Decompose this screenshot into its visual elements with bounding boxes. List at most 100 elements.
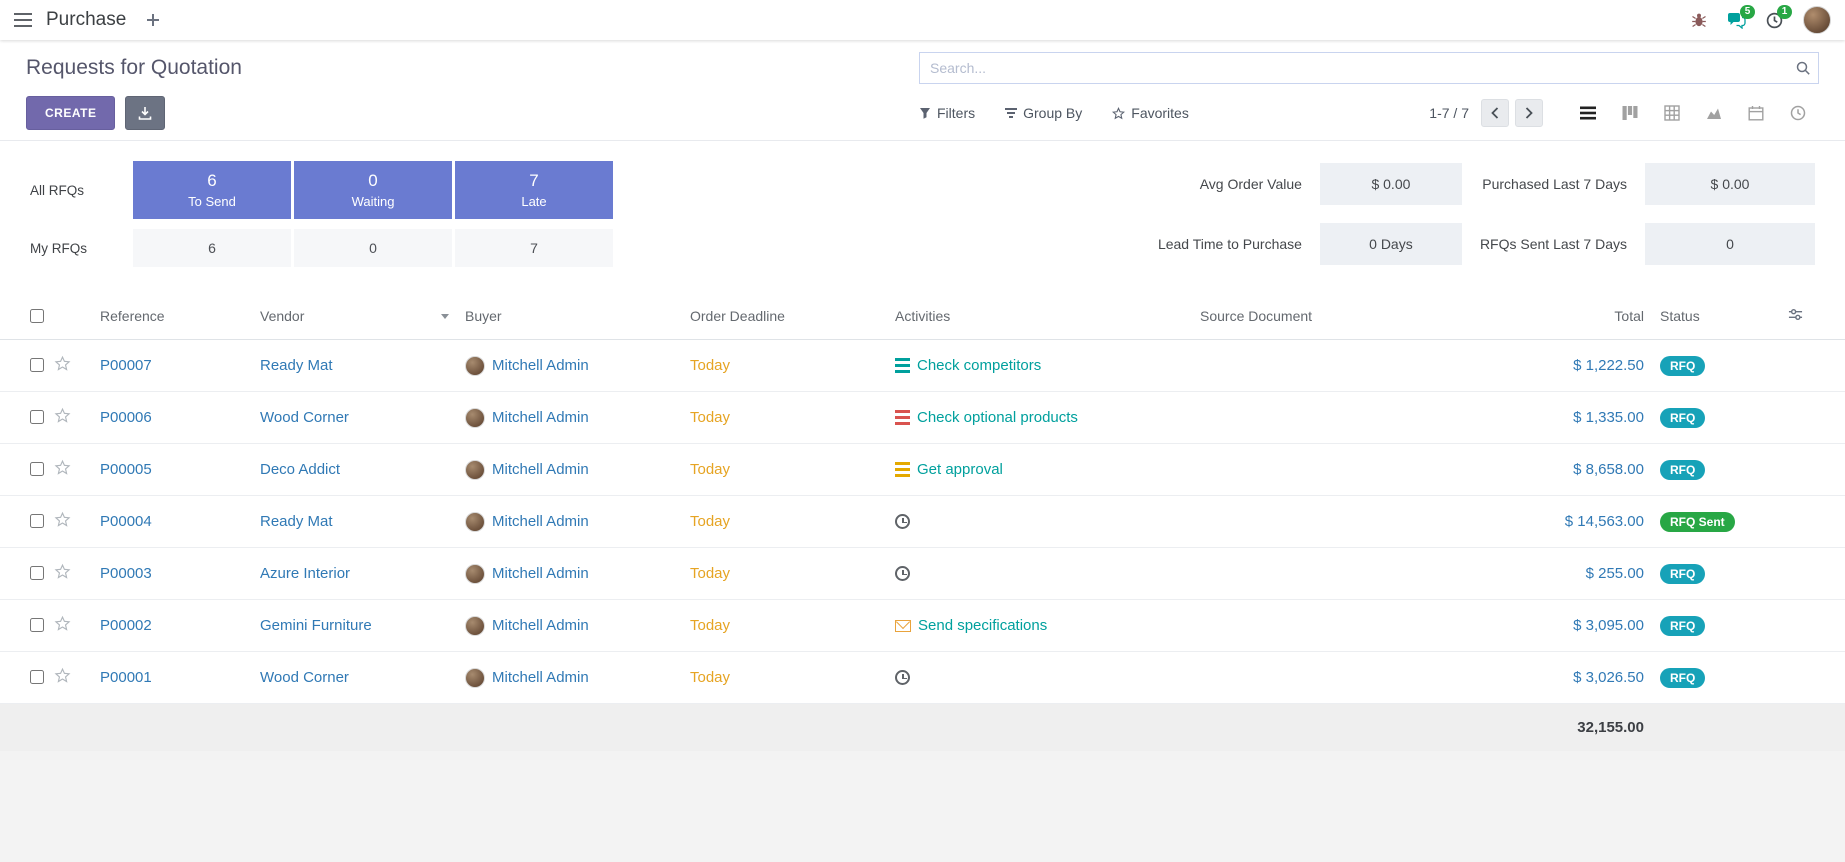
activity-clock-icon[interactable] [895,670,910,685]
kanban-view-button[interactable] [1609,97,1651,129]
chevron-left-icon [1491,107,1499,119]
my-waiting[interactable]: 0 [294,229,452,267]
table-row[interactable]: P00001 Wood Corner Mitchell Admin Today … [0,652,1845,704]
list-view-button[interactable] [1567,97,1609,129]
activity-icon[interactable] [895,462,910,477]
table-row[interactable]: P00007 Ready Mat Mitchell Admin Today Ch… [0,340,1845,392]
reference-link[interactable]: P00002 [100,617,152,634]
table-row[interactable]: P00006 Wood Corner Mitchell Admin Today … [0,392,1845,444]
row-checkbox[interactable] [30,618,44,632]
reference-link[interactable]: P00003 [100,565,152,582]
vendor-link[interactable]: Ready Mat [260,357,333,374]
search-input[interactable] [919,52,1819,84]
debug-bug-icon[interactable] [1691,12,1707,28]
row-checkbox[interactable] [30,670,44,684]
row-checkbox[interactable] [30,410,44,424]
table-row[interactable]: P00005 Deco Addict Mitchell Admin Today … [0,444,1845,496]
reference-link[interactable]: P00005 [100,461,152,478]
favorites-button[interactable]: Favorites [1112,105,1189,121]
select-all-checkbox[interactable] [30,309,44,323]
vendor-link[interactable]: Gemini Furniture [260,617,372,634]
order-deadline-value: Today [690,357,730,374]
activity-clock-icon[interactable] [895,566,910,581]
header-total[interactable]: Total [1462,291,1652,340]
table-row[interactable]: P00003 Azure Interior Mitchell Admin Tod… [0,548,1845,600]
source-document-value [1192,392,1462,444]
systray: 5 1 [1691,6,1831,34]
vendor-link[interactable]: Ready Mat [260,513,333,530]
header-order-deadline[interactable]: Order Deadline [682,291,887,340]
favorite-star-icon[interactable] [54,563,71,580]
messages-icon[interactable]: 5 [1727,12,1746,29]
reference-link[interactable]: P00004 [100,513,152,530]
row-checkbox[interactable] [30,462,44,476]
vendor-link[interactable]: Wood Corner [260,669,349,686]
filters-button[interactable]: Filters [919,105,975,121]
buyer-link[interactable]: Mitchell Admin [492,461,589,478]
header-status[interactable]: Status [1652,291,1780,340]
activity-label[interactable]: Check competitors [917,357,1041,374]
pager-previous-button[interactable] [1481,99,1509,127]
activity-icon[interactable] [895,410,910,425]
table-row[interactable]: P00004 Ready Mat Mitchell Admin Today $ … [0,496,1845,548]
header-reference[interactable]: Reference [92,291,252,340]
vendor-link[interactable]: Deco Addict [260,461,340,478]
row-checkbox[interactable] [30,566,44,580]
app-name[interactable]: Purchase [46,9,126,31]
buyer-link[interactable]: Mitchell Admin [492,565,589,582]
graph-view-button[interactable] [1693,97,1735,129]
pivot-view-button[interactable] [1651,97,1693,129]
activity-label[interactable]: Check optional products [917,409,1078,426]
row-checkbox[interactable] [30,358,44,372]
plus-icon[interactable] [146,13,160,27]
favorite-star-icon[interactable] [54,667,71,684]
pager-next-button[interactable] [1515,99,1543,127]
activity-envelope-icon[interactable] [895,620,911,632]
header-vendor[interactable]: Vendor [252,291,457,340]
search-icon[interactable] [1795,60,1811,81]
calendar-view-button[interactable] [1735,97,1777,129]
reference-link[interactable]: P00006 [100,409,152,426]
vendor-link[interactable]: Wood Corner [260,409,349,426]
favorite-star-icon[interactable] [54,459,71,476]
activity-label[interactable]: Send specifications [918,617,1047,634]
apps-menu-icon[interactable] [14,13,32,27]
kpi-late[interactable]: 7 Late [455,161,613,219]
user-avatar[interactable] [1803,6,1831,34]
group-by-button[interactable]: Group By [1005,105,1082,121]
favorite-star-icon[interactable] [54,407,71,424]
my-to-send[interactable]: 6 [133,229,291,267]
buyer-link[interactable]: Mitchell Admin [492,617,589,634]
purchase-app-page: Purchase 5 1 Requests for Quotation [0,0,1845,862]
header-activities[interactable]: Activities [887,291,1192,340]
header-buyer[interactable]: Buyer [457,291,682,340]
table-row[interactable]: P00002 Gemini Furniture Mitchell Admin T… [0,600,1845,652]
vendor-link[interactable]: Azure Interior [260,565,350,582]
download-icon [138,106,152,120]
kpi-to-send-count: 6 [207,171,216,191]
favorite-star-icon[interactable] [54,615,71,632]
activity-view-button[interactable] [1777,97,1819,129]
reference-link[interactable]: P00007 [100,357,152,374]
buyer-link[interactable]: Mitchell Admin [492,669,589,686]
activity-icon[interactable] [895,358,910,373]
optional-columns-button[interactable] [1780,291,1845,340]
buyer-link[interactable]: Mitchell Admin [492,357,589,374]
header-source-document[interactable]: Source Document [1192,291,1462,340]
buyer-link[interactable]: Mitchell Admin [492,409,589,426]
my-late[interactable]: 7 [455,229,613,267]
export-button[interactable] [125,96,165,130]
kpi-waiting[interactable]: 0 Waiting [294,161,452,219]
favorite-star-icon[interactable] [54,355,71,372]
reference-link[interactable]: P00001 [100,669,152,686]
buyer-link[interactable]: Mitchell Admin [492,513,589,530]
activity-label[interactable]: Get approval [917,461,1003,478]
kpi-late-label: Late [521,194,546,209]
row-checkbox[interactable] [30,514,44,528]
action-buttons: CREATE [26,96,919,130]
activities-clock-icon[interactable]: 1 [1766,12,1783,29]
activity-clock-icon[interactable] [895,514,910,529]
kpi-to-send[interactable]: 6 To Send [133,161,291,219]
favorite-star-icon[interactable] [54,511,71,528]
create-button[interactable]: CREATE [26,96,115,130]
